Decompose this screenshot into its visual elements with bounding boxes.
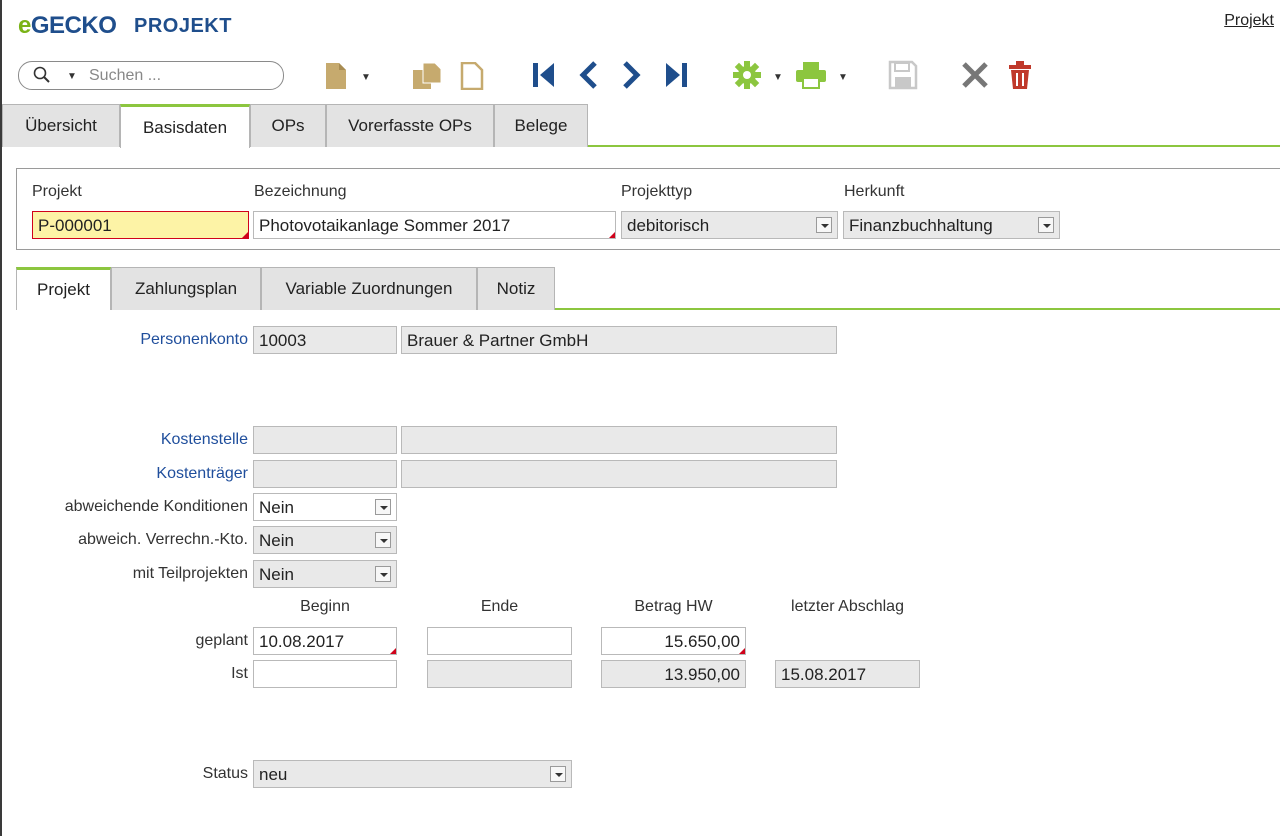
- egecko-logo: eGECKO: [18, 12, 117, 40]
- delete-trash-icon[interactable]: [1004, 58, 1036, 92]
- personenkonto-label-link[interactable]: Personenkonto: [140, 331, 248, 349]
- projekttyp-chevron-down-icon[interactable]: [816, 217, 832, 233]
- search-icon[interactable]: [33, 66, 51, 84]
- new-document-icon[interactable]: [322, 60, 350, 92]
- tab-ops[interactable]: OPs: [250, 104, 326, 147]
- projekt-label: Projekt: [32, 183, 82, 200]
- logo-gecko: GECKO: [30, 12, 117, 39]
- teilprojekte-select[interactable]: Nein: [253, 560, 397, 588]
- tab-belege[interactable]: Belege: [494, 104, 588, 147]
- status-select[interactable]: neu: [253, 760, 572, 788]
- ist-label: Ist: [231, 665, 248, 682]
- print-chevron-down-icon[interactable]: ▼: [838, 72, 848, 83]
- search-options-chevron-down-icon[interactable]: ▼: [67, 71, 77, 82]
- projekttyp-select[interactable]: debitorisch: [621, 211, 838, 239]
- subtab-projekt[interactable]: Projekt: [16, 267, 111, 310]
- bezeichnung-field[interactable]: Photovotaikanlage Sommer 2017: [253, 211, 616, 239]
- projekttyp-value: debitorisch: [627, 216, 710, 235]
- status-value: neu: [259, 765, 288, 784]
- copy-icon[interactable]: [410, 60, 444, 92]
- kostenstelle-label-link[interactable]: Kostenstelle: [161, 431, 248, 449]
- ist-betrag-field: 13.950,00: [601, 660, 746, 688]
- beginn-column-header: Beginn: [300, 598, 350, 615]
- herkunft-select[interactable]: Finanzbuchhaltung: [843, 211, 1060, 239]
- last-record-icon[interactable]: [660, 58, 692, 92]
- settings-chevron-down-icon[interactable]: ▼: [773, 72, 783, 83]
- search-input[interactable]: Suchen ...: [89, 67, 161, 85]
- tab-bar-divider: [588, 145, 1280, 147]
- subtab-notiz[interactable]: Notiz: [477, 267, 555, 310]
- kostenstelle-name-field: [401, 426, 837, 454]
- status-label: Status: [202, 765, 248, 782]
- logo-e: e: [18, 12, 31, 39]
- abweich-verrechn-kto-select[interactable]: Nein: [253, 526, 397, 554]
- status-chevron-down-icon[interactable]: [550, 766, 566, 782]
- abweich-verrechn-kto-chevron-down-icon[interactable]: [375, 532, 391, 548]
- teilprojekte-chevron-down-icon[interactable]: [375, 566, 391, 582]
- tab-basisdaten[interactable]: Basisdaten: [120, 104, 250, 148]
- settings-gear-icon[interactable]: [730, 58, 764, 92]
- abweich-verrechn-kto-label: abweich. Verrechn.-Kto.: [78, 531, 248, 548]
- module-menu-link[interactable]: Projekt: [1224, 12, 1274, 30]
- ist-beginn-field[interactable]: [253, 660, 397, 688]
- teilprojekte-value: Nein: [259, 565, 294, 584]
- ist-ende-field: [427, 660, 572, 688]
- ist-letzter-abschlag-field: 15.08.2017: [775, 660, 920, 688]
- paste-icon[interactable]: [458, 60, 486, 92]
- abweichende-konditionen-chevron-down-icon[interactable]: [375, 499, 391, 515]
- kostentraeger-number-field[interactable]: [253, 460, 397, 488]
- betrag-hw-column-header: Betrag HW: [634, 598, 713, 615]
- personenkonto-name-field: Brauer & Partner GmbH: [401, 326, 837, 354]
- save-icon[interactable]: [886, 58, 920, 92]
- personenkonto-number-field[interactable]: 10003: [253, 326, 397, 354]
- tab-uebersicht[interactable]: Übersicht: [2, 104, 120, 147]
- ende-column-header: Ende: [480, 598, 519, 615]
- subtab-variable-zuordnungen[interactable]: Variable Zuordnungen: [261, 267, 477, 310]
- kostenstelle-number-field[interactable]: [253, 426, 397, 454]
- sub-tab-bar-divider: [555, 308, 1280, 310]
- geplant-label: geplant: [195, 632, 249, 649]
- projekt-number-field[interactable]: P-000001: [32, 211, 249, 239]
- abweichende-konditionen-label: abweichende Konditionen: [64, 498, 248, 515]
- letzter-abschlag-column-header: letzter Abschlag: [791, 598, 904, 615]
- herkunft-label: Herkunft: [844, 183, 905, 200]
- subtab-zahlungsplan[interactable]: Zahlungsplan: [111, 267, 261, 310]
- abweich-verrechn-kto-value: Nein: [259, 531, 294, 550]
- kostentraeger-label-link[interactable]: Kostenträger: [156, 465, 248, 483]
- tab-vorerfasste-ops[interactable]: Vorerfasste OPs: [326, 104, 494, 147]
- teilprojekte-label: mit Teilprojekten: [132, 565, 248, 582]
- next-record-icon[interactable]: [616, 58, 646, 92]
- search-box[interactable]: ▼ Suchen ...: [18, 61, 284, 90]
- geplant-beginn-field[interactable]: 10.08.2017: [253, 627, 397, 655]
- abweichende-konditionen-select[interactable]: Nein: [253, 493, 397, 521]
- geplant-betrag-field[interactable]: 15.650,00: [601, 627, 746, 655]
- module-title: PROJEKT: [134, 15, 232, 37]
- herkunft-value: Finanzbuchhaltung: [849, 216, 993, 235]
- bezeichnung-label: Bezeichnung: [254, 183, 347, 200]
- first-record-icon[interactable]: [528, 58, 560, 92]
- kostentraeger-name-field: [401, 460, 837, 488]
- cancel-close-icon[interactable]: [958, 58, 992, 92]
- projekttyp-label: Projekttyp: [621, 183, 693, 200]
- herkunft-chevron-down-icon[interactable]: [1038, 217, 1054, 233]
- previous-record-icon[interactable]: [574, 58, 604, 92]
- print-icon[interactable]: [792, 58, 830, 92]
- new-document-chevron-down-icon[interactable]: ▼: [361, 72, 371, 83]
- geplant-ende-field[interactable]: [427, 627, 572, 655]
- abweichende-konditionen-value: Nein: [259, 498, 294, 517]
